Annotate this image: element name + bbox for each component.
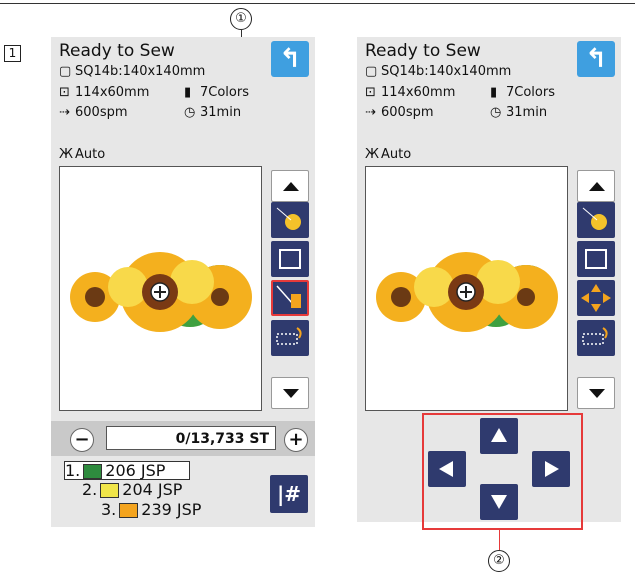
callout-2-leader bbox=[499, 528, 500, 550]
runner-icon: ⇢ bbox=[59, 105, 70, 120]
tension-info: Ж Auto bbox=[365, 147, 412, 162]
tension-icon: Ж bbox=[365, 147, 380, 162]
trace-icon bbox=[585, 249, 607, 269]
thread-cut-button[interactable] bbox=[271, 320, 309, 356]
trace-button[interactable] bbox=[577, 241, 615, 277]
colors-info: ▮ 7Colors bbox=[184, 85, 249, 100]
size-info: ⊡ 114x60mm bbox=[59, 85, 150, 100]
design-preview bbox=[365, 166, 568, 411]
back-arrow-icon: ↰ bbox=[279, 44, 301, 74]
color-swatch bbox=[119, 503, 139, 518]
jog-down-button[interactable] bbox=[480, 484, 518, 520]
color-swatch bbox=[100, 483, 120, 498]
trace-button[interactable] bbox=[271, 241, 309, 277]
color-swatch bbox=[83, 464, 103, 479]
ready-to-sew-screen-1: Ready to Sew ↰ ▢ SQ14b:140x140mm ⊡ 114x60m… bbox=[51, 37, 315, 527]
jog-left-button[interactable] bbox=[428, 451, 466, 487]
clock-icon: ◷ bbox=[490, 105, 502, 120]
arrow-up-icon bbox=[283, 182, 299, 191]
spool-icon: ▮ bbox=[184, 85, 192, 100]
spool-color-icon bbox=[276, 285, 301, 308]
hoop-icon: ▢ bbox=[365, 64, 378, 79]
size-info: ⊡ 114x60mm bbox=[365, 85, 456, 100]
stitch-bar: − 0/13,733 ST + bbox=[51, 421, 315, 456]
move-arrows-icon bbox=[581, 284, 611, 312]
stitch-counter: 0/13,733 ST bbox=[106, 426, 276, 450]
speed-info: ⇢ 600spm bbox=[59, 105, 128, 120]
color-sort-button[interactable] bbox=[271, 202, 309, 238]
speed-info: ⇢ 600spm bbox=[365, 105, 434, 120]
hoop-info: ▢ SQ14b:140x140mm bbox=[59, 64, 206, 79]
arrow-right-icon bbox=[545, 461, 559, 477]
top-rule bbox=[0, 3, 635, 4]
colors-info: ▮ 7Colors bbox=[490, 85, 555, 100]
thread-cut-button[interactable] bbox=[577, 320, 615, 356]
jog-up-button[interactable] bbox=[480, 418, 518, 454]
back-arrow-icon: ↰ bbox=[585, 44, 607, 74]
design-preview bbox=[59, 166, 262, 411]
sunflower-design bbox=[376, 252, 558, 332]
hoop-info: ▢ SQ14b:140x140mm bbox=[365, 64, 512, 79]
flower-color-icon bbox=[276, 207, 301, 230]
size-icon: ⊡ bbox=[59, 85, 70, 100]
scissors-icon bbox=[582, 327, 608, 345]
color-list-item[interactable]: 2. 204 JSP bbox=[82, 481, 182, 498]
runner-icon: ⇢ bbox=[365, 105, 376, 120]
time-info: ◷ 31min bbox=[184, 105, 242, 120]
flower-color-icon bbox=[582, 207, 607, 230]
color-list-item[interactable]: 3. 239 JSP bbox=[101, 501, 201, 518]
back-button[interactable]: ↰ bbox=[577, 41, 615, 77]
arrow-up-icon bbox=[491, 428, 507, 442]
spool-icon: ▮ bbox=[490, 85, 498, 100]
hoop-icon: ▢ bbox=[59, 64, 72, 79]
color-list-item[interactable]: 1. 206 JSP bbox=[64, 461, 191, 480]
size-icon: ⊡ bbox=[365, 85, 376, 100]
step-number: 1 bbox=[4, 45, 21, 62]
scroll-down-button[interactable] bbox=[271, 377, 309, 409]
scroll-down-button[interactable] bbox=[577, 377, 615, 409]
jump-button[interactable]: |# bbox=[270, 475, 308, 513]
plus-button[interactable]: + bbox=[284, 428, 308, 452]
arrow-up-icon bbox=[589, 182, 605, 191]
arrow-down-icon bbox=[589, 389, 605, 398]
scroll-up-button[interactable] bbox=[577, 170, 615, 202]
scissors-icon bbox=[276, 327, 302, 345]
callout-1: ① bbox=[230, 8, 252, 30]
screen-title: Ready to Sew bbox=[365, 41, 481, 61]
callout-2: ② bbox=[488, 550, 510, 572]
screen-title: Ready to Sew bbox=[59, 41, 175, 61]
scroll-up-button[interactable] bbox=[271, 170, 309, 202]
arrow-down-icon bbox=[491, 495, 507, 509]
jog-mode-button[interactable] bbox=[577, 280, 615, 316]
arrow-left-icon bbox=[439, 461, 453, 477]
jog-right-button[interactable] bbox=[532, 451, 570, 487]
thread-color-button[interactable] bbox=[271, 280, 309, 316]
arrow-down-icon bbox=[283, 389, 299, 398]
color-sort-button[interactable] bbox=[577, 202, 615, 238]
clock-icon: ◷ bbox=[184, 105, 196, 120]
sunflower-design bbox=[70, 252, 252, 332]
trace-icon bbox=[279, 249, 301, 269]
tension-info: Ж Auto bbox=[59, 147, 106, 162]
time-info: ◷ 31min bbox=[490, 105, 548, 120]
minus-button[interactable]: − bbox=[70, 428, 94, 452]
tension-icon: Ж bbox=[59, 147, 74, 162]
back-button[interactable]: ↰ bbox=[271, 41, 309, 77]
